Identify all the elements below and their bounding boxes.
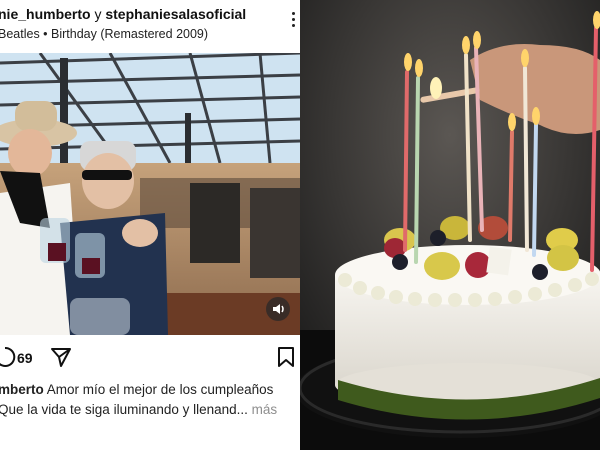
post-photo[interactable] (0, 53, 300, 335)
caption-line-2: Que la vida te siga iluminando y llenand… (0, 400, 277, 420)
caption-text-2: Que la vida te siga iluminando y llenand… (0, 402, 248, 417)
bookmark-icon[interactable] (276, 346, 296, 368)
more-link[interactable]: más (248, 402, 278, 417)
birthday-cake-photo (300, 0, 600, 450)
more-options-icon[interactable] (290, 12, 296, 32)
speaker-icon[interactable] (266, 297, 290, 321)
caption-text-1: Amor mío el mejor de los cumpleaños (43, 382, 274, 397)
post-actions: 69 (0, 340, 300, 376)
post-authors[interactable]: nie_humberto y stephaniesalasoficial (0, 6, 246, 22)
instagram-post: nie_humberto y stephaniesalasoficial Bea… (0, 0, 300, 450)
author-joiner: y (90, 6, 106, 22)
share-icon[interactable] (50, 346, 72, 368)
comment-count: 69 (17, 350, 33, 366)
post-photo-image (0, 53, 300, 335)
caption-username[interactable]: mberto (0, 382, 44, 397)
author-username[interactable]: nie_humberto (0, 6, 91, 22)
comment-icon[interactable] (0, 346, 16, 368)
cake-image (300, 0, 600, 450)
caption-line-1: mberto Amor mío el mejor de los cumpleañ… (0, 380, 273, 400)
post-header: nie_humberto y stephaniesalasoficial Bea… (0, 0, 300, 52)
coauthor-username[interactable]: stephaniesalasoficial (105, 6, 246, 22)
song-label[interactable]: Beatles • Birthday (Remastered 2009) (0, 27, 208, 41)
